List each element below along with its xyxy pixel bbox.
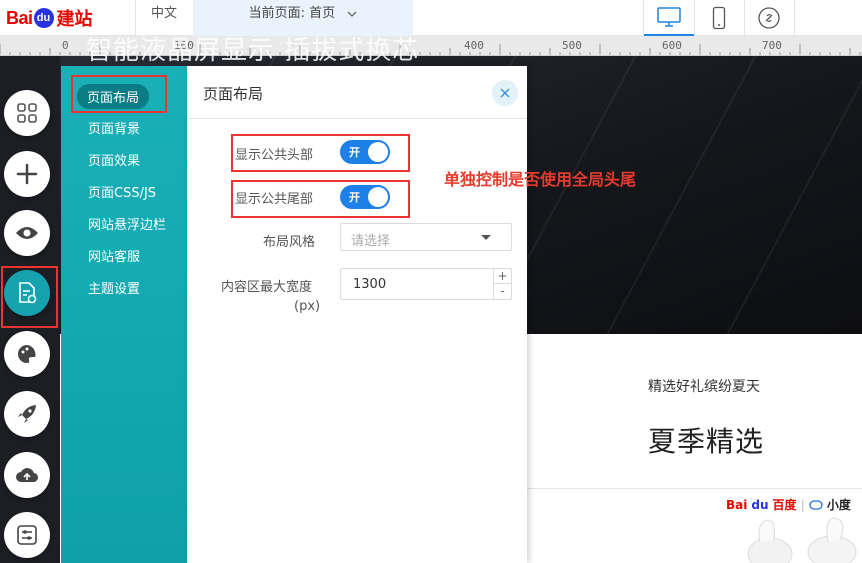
dropdown-arrow-icon — [481, 235, 491, 240]
publish-button[interactable] — [4, 391, 50, 437]
brand-baidu-cn: 百度 — [772, 498, 797, 512]
ruler-label: 0 — [62, 39, 69, 52]
eye-icon — [16, 227, 38, 239]
ruler-label: 600 — [662, 39, 682, 52]
logo-du: du — [33, 8, 54, 28]
ruler-label: 700 — [762, 39, 782, 52]
section-title: 夏季精选 — [648, 425, 765, 458]
nav-item-customer-service[interactable]: 网站客服 — [88, 246, 140, 265]
annotation-text: 单独控制是否使用全局头尾 — [444, 170, 637, 189]
brand-separator: | — [800, 497, 805, 512]
cloud-upload-icon — [16, 468, 39, 483]
panel-title: 页面布局 — [203, 85, 264, 103]
chevron-down-icon — [347, 11, 357, 17]
components-button[interactable] — [4, 90, 50, 136]
earbuds-product-image — [747, 517, 857, 563]
highlight-box — [1, 266, 58, 328]
nav-item-floating-sidebar[interactable]: 网站悬浮边栏 — [88, 214, 166, 233]
section-subtitle: 精选好礼缤纷夏天 — [648, 379, 760, 395]
highlight-box — [231, 134, 410, 172]
link-circle-icon — [758, 7, 780, 29]
palette-icon — [18, 345, 36, 363]
grid-icon — [17, 103, 37, 123]
max-width-label: 内容区最大宽度 — [221, 280, 313, 295]
nav-item-page-effect[interactable]: 页面效果 — [88, 150, 140, 169]
brand-xiaodu: 小度 — [826, 498, 851, 512]
sliders-icon — [17, 525, 37, 545]
layout-style-label: 布局风格 — [263, 235, 316, 250]
close-icon — [500, 88, 510, 98]
baidu-jianzhan-logo[interactable]: Bai du 建站 — [6, 4, 93, 32]
current-page-label: 当前页面: 首页 — [248, 6, 336, 21]
layout-style-select[interactable]: 请选择 — [340, 223, 512, 251]
max-width-unit: (px) — [294, 299, 321, 314]
add-button[interactable] — [4, 151, 50, 197]
mobile-view-button[interactable] — [694, 0, 744, 36]
ruler-label: 500 — [562, 39, 582, 52]
select-placeholder: 请选择 — [351, 234, 391, 249]
link-button[interactable] — [744, 0, 794, 36]
xiaodu-logo-icon — [809, 499, 823, 510]
brand-logos: Bai du 百度 | 小度 — [726, 496, 851, 513]
brand-baidu: Bai — [726, 497, 748, 512]
banner-stripe — [706, 56, 862, 334]
max-width-stepper[interactable]: 1300 + - — [340, 268, 512, 300]
preview-button[interactable] — [4, 210, 50, 256]
mobile-icon — [712, 6, 726, 30]
plus-icon — [16, 163, 38, 185]
highlight-box — [231, 180, 410, 218]
theme-button[interactable] — [4, 331, 50, 377]
brand-du: du — [751, 497, 769, 512]
desktop-view-button[interactable] — [644, 0, 694, 36]
advanced-settings-button[interactable] — [4, 512, 50, 558]
max-width-value: 1300 — [353, 277, 387, 292]
decrement-button[interactable]: - — [493, 284, 511, 299]
logo-bai: Bai — [6, 7, 33, 28]
ruler-label: 400 — [464, 39, 484, 52]
highlight-box — [71, 75, 167, 113]
nav-item-page-css-js[interactable]: 页面CSS/JS — [88, 182, 156, 201]
nav-item-theme-settings[interactable]: 主题设置 — [88, 278, 140, 297]
close-button[interactable] — [492, 80, 518, 106]
panel-header: 页面布局 — [187, 66, 527, 119]
divider — [794, 0, 795, 36]
logo-jianzhan: 建站 — [56, 9, 93, 29]
desktop-icon — [657, 7, 681, 27]
banner-headline: 智能液晶屏显示 插拔式换芯 — [86, 36, 420, 66]
page-settings-nav: 页面布局 页面背景 页面效果 页面CSS/JS 网站悬浮边栏 网站客服 主题设置 — [61, 66, 187, 563]
nav-item-page-background[interactable]: 页面背景 — [88, 118, 140, 137]
rocket-icon — [18, 405, 36, 423]
increment-button[interactable]: + — [493, 269, 511, 284]
upload-button[interactable] — [4, 452, 50, 498]
